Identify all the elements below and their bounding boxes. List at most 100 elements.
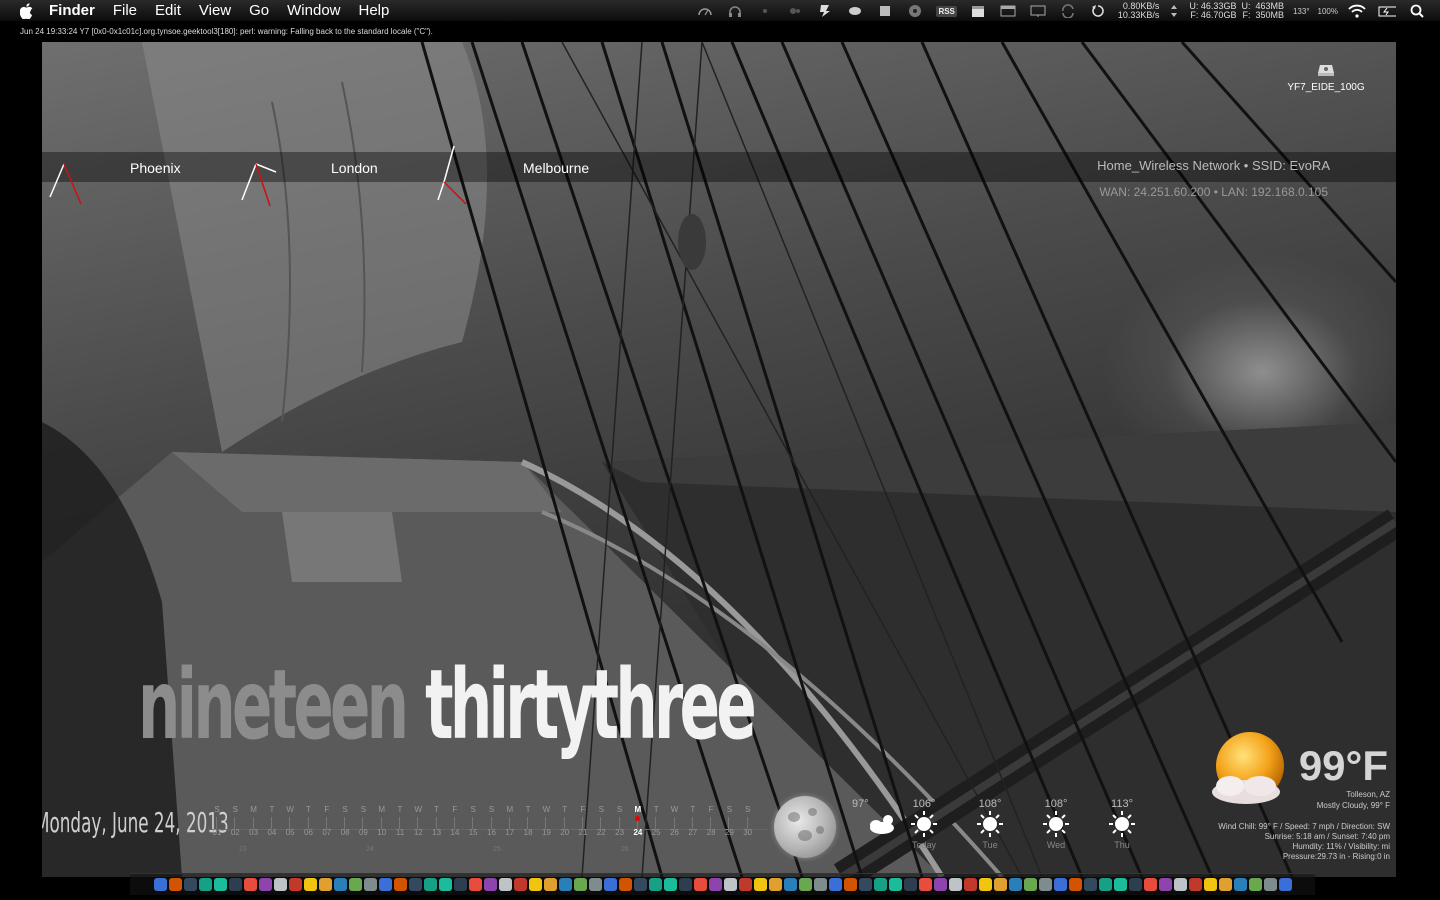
dock-app-icon[interactable]	[1053, 878, 1067, 891]
dock-app-icon[interactable]	[1038, 878, 1052, 891]
calendar-icon[interactable]	[969, 4, 987, 18]
sparkle-icon[interactable]	[756, 4, 774, 18]
dock-app-icon[interactable]	[603, 878, 617, 891]
dock-app-icon[interactable]	[483, 878, 497, 891]
dock-app-icon[interactable]	[678, 878, 692, 891]
dock-app-icon[interactable]	[243, 878, 257, 891]
dock-app-icon[interactable]	[1023, 878, 1037, 891]
desktop-disk[interactable]: YF7_EIDE_100G	[1286, 62, 1366, 93]
dock-app-icon[interactable]	[1128, 878, 1142, 891]
dock-app-icon[interactable]	[663, 878, 677, 891]
dock-app-icon[interactable]	[393, 878, 407, 891]
sync-icon[interactable]	[1059, 4, 1077, 18]
dock-app-icon[interactable]	[333, 878, 347, 891]
time-machine-icon[interactable]	[1089, 4, 1107, 18]
menu-help[interactable]: Help	[350, 0, 399, 22]
dock-app-icon[interactable]	[978, 878, 992, 891]
menu-file[interactable]: File	[104, 0, 146, 22]
dock-app-icon[interactable]	[183, 878, 197, 891]
evernote-icon[interactable]	[816, 4, 834, 18]
dock-app-icon[interactable]	[1008, 878, 1022, 891]
dock-app-icon[interactable]	[1083, 878, 1097, 891]
dock-app-icon[interactable]	[843, 878, 857, 891]
dock-app-icon[interactable]	[153, 878, 167, 891]
dock-app-icon[interactable]	[1068, 878, 1082, 891]
dock-app-icon[interactable]	[258, 878, 272, 891]
dock-app-icon[interactable]	[528, 878, 542, 891]
dock-app-icon[interactable]	[1233, 878, 1247, 891]
dock-app-icon[interactable]	[363, 878, 377, 891]
dock-app-icon[interactable]	[168, 878, 182, 891]
dock-app-icon[interactable]	[693, 878, 707, 891]
dock-app-icon[interactable]	[828, 878, 842, 891]
dock-app-icon[interactable]	[438, 878, 452, 891]
menu-window[interactable]: Window	[278, 0, 349, 22]
gauge-icon[interactable]	[696, 4, 714, 18]
dock-app-icon[interactable]	[1278, 878, 1292, 891]
headphones-icon[interactable]	[726, 4, 744, 18]
spotlight-search-icon[interactable]	[1408, 4, 1426, 18]
wifi-icon[interactable]	[1348, 4, 1366, 18]
dock-app-icon[interactable]	[1203, 878, 1217, 891]
dock-app-icon[interactable]	[318, 878, 332, 891]
dock-app-icon[interactable]	[573, 878, 587, 891]
dock-app-icon[interactable]	[738, 878, 752, 891]
dock-app-icon[interactable]	[543, 878, 557, 891]
puzzle-icon[interactable]	[786, 4, 804, 18]
display-icon[interactable]	[1029, 4, 1047, 18]
dock-app-icon[interactable]	[813, 878, 827, 891]
dock-app-icon[interactable]	[873, 878, 887, 891]
dock-app-icon[interactable]	[1173, 878, 1187, 891]
hard-drive-icon[interactable]	[876, 4, 894, 18]
disc-icon[interactable]	[906, 4, 924, 18]
dock-app-icon[interactable]	[783, 878, 797, 891]
dock-app-icon[interactable]	[423, 878, 437, 891]
dock-app-icon[interactable]	[378, 878, 392, 891]
dock-app-icon[interactable]	[228, 878, 242, 891]
menu-view[interactable]: View	[190, 0, 240, 22]
dock-app-icon[interactable]	[858, 878, 872, 891]
app-menu-finder[interactable]: Finder	[40, 0, 104, 22]
dock-app-icon[interactable]	[1218, 878, 1232, 891]
dock-app-icon[interactable]	[1263, 878, 1277, 891]
dock-app-icon[interactable]	[648, 878, 662, 891]
battery-icon[interactable]	[1378, 4, 1396, 18]
dock-app-icon[interactable]	[618, 878, 632, 891]
dock-app-icon[interactable]	[588, 878, 602, 891]
dock-app-icon[interactable]	[708, 878, 722, 891]
dock-app-icon[interactable]	[933, 878, 947, 891]
dock-app-icon[interactable]	[903, 878, 917, 891]
dock-app-icon[interactable]	[453, 878, 467, 891]
dock-app-icon[interactable]	[213, 878, 227, 891]
dock-app-icon[interactable]	[288, 878, 302, 891]
dock-app-icon[interactable]	[1188, 878, 1202, 891]
dock-app-icon[interactable]	[408, 878, 422, 891]
dock-app-icon[interactable]	[1098, 878, 1112, 891]
dock-app-icon[interactable]	[303, 878, 317, 891]
dock-app-icon[interactable]	[1158, 878, 1172, 891]
dock-app-icon[interactable]	[1113, 878, 1127, 891]
dock-app-icon[interactable]	[768, 878, 782, 891]
dock-app-icon[interactable]	[1143, 878, 1157, 891]
dock-app-icon[interactable]	[1248, 878, 1262, 891]
dock-app-icon[interactable]	[273, 878, 287, 891]
dock-app-icon[interactable]	[753, 878, 767, 891]
dock-app-icon[interactable]	[513, 878, 527, 891]
dock-app-icon[interactable]	[993, 878, 1007, 891]
dock-app-icon[interactable]	[888, 878, 902, 891]
dock-app-icon[interactable]	[963, 878, 977, 891]
dock-app-icon[interactable]	[948, 878, 962, 891]
dock-app-icon[interactable]	[468, 878, 482, 891]
drive-icon[interactable]	[846, 4, 864, 18]
dock-app-icon[interactable]	[558, 878, 572, 891]
dock-app-icon[interactable]	[498, 878, 512, 891]
dock-app-icon[interactable]	[198, 878, 212, 891]
dock-app-icon[interactable]	[798, 878, 812, 891]
dock-app-icon[interactable]	[633, 878, 647, 891]
dock-app-icon[interactable]	[723, 878, 737, 891]
menu-go[interactable]: Go	[240, 0, 278, 22]
rss-icon[interactable]: RSS	[936, 5, 957, 17]
dock-app-icon[interactable]	[918, 878, 932, 891]
menu-edit[interactable]: Edit	[146, 0, 190, 22]
apple-menu-icon[interactable]	[14, 0, 40, 22]
